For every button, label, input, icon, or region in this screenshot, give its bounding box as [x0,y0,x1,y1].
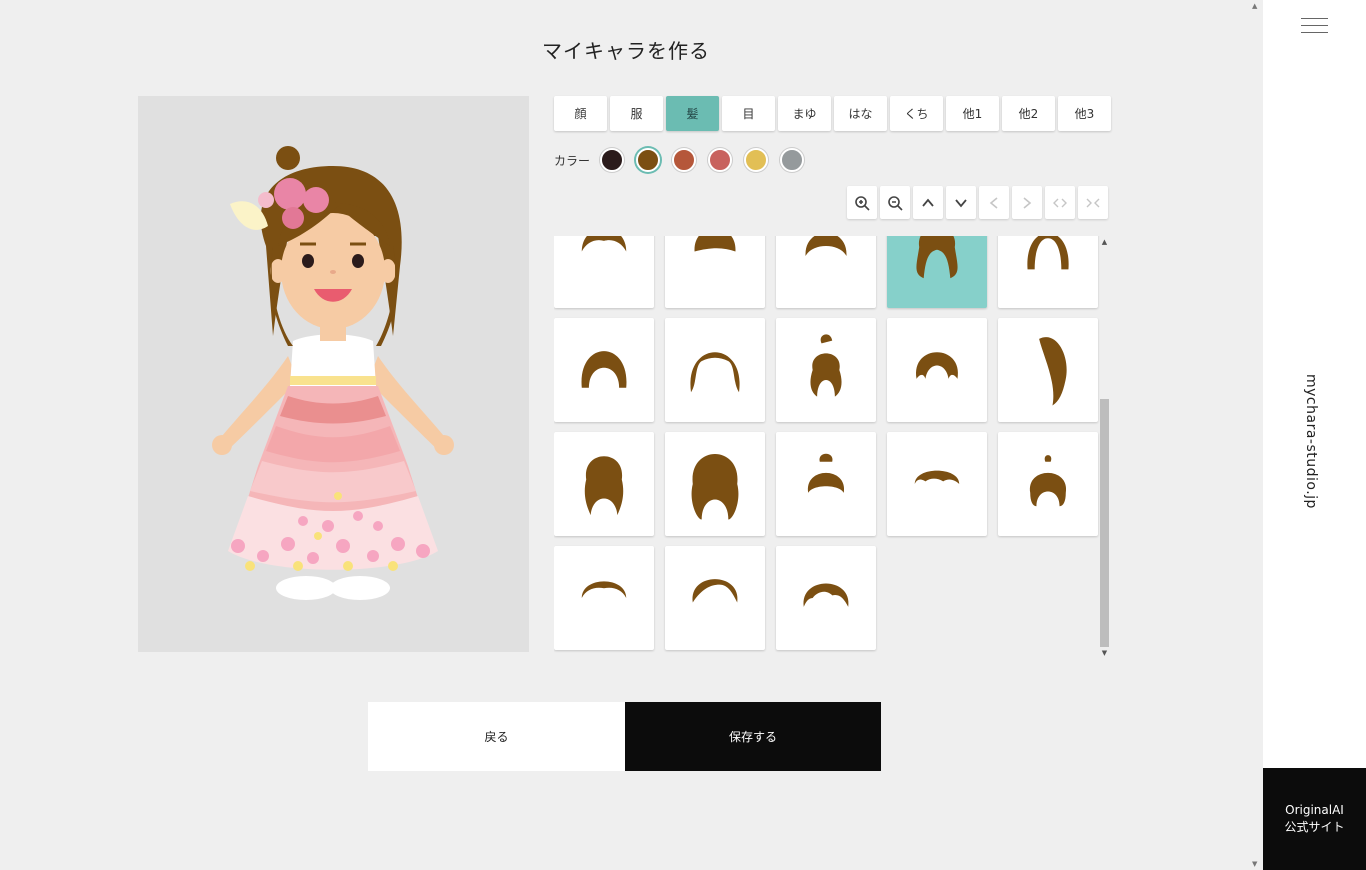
hairstyle-1-preview [581,236,627,252]
color-label: カラー [554,153,591,168]
zoom-in-icon [855,195,870,211]
scroll-down-arrow[interactable]: ▼ [1100,649,1109,658]
character-illustration [212,146,454,600]
tab-eyebrows[interactable]: まゆ [778,96,831,131]
tab-other2[interactable]: 他2 [1002,96,1055,131]
hairstyle-option-17[interactable] [665,546,765,650]
color-swatch-2[interactable] [636,148,661,172]
hairstyle-option-9[interactable] [887,318,987,422]
tab-face[interactable]: 顔 [554,96,607,131]
narrow-button[interactable] [1078,186,1108,219]
part-tabs: 顔 服 髪 目 まゆ はな くち 他1 他2 他3 [554,96,1111,131]
tab-clothes[interactable]: 服 [610,96,663,131]
hairstyle-option-2[interactable] [665,236,765,308]
hairstyle-2-preview [694,236,736,252]
hairstyle-8-preview [810,334,842,397]
scrollbar-thumb[interactable] [1100,399,1109,647]
color-picker: カラー [554,148,816,172]
hairstyle-11-preview [584,456,624,516]
right-sidebar: mychara-studio.jp OriginalAI 公式サイト [1263,0,1366,870]
color-swatch-4[interactable] [708,148,733,172]
hairstyle-14-preview [914,470,960,484]
save-button[interactable]: 保存する [625,702,881,771]
hairstyle-option-15[interactable] [998,432,1098,536]
color-swatch-3[interactable] [672,148,697,172]
hairstyle-12-preview [691,454,739,520]
tab-other3[interactable]: 他3 [1058,96,1111,131]
hairstyle-18-preview [803,583,849,607]
hairstyle-option-3[interactable] [776,236,876,308]
chevron-up-icon [922,198,934,207]
hairstyle-option-11[interactable] [554,432,654,536]
site-name: mychara-studio.jp [1303,374,1319,509]
hairstyle-option-4[interactable] [887,236,987,308]
hairstyle-10-preview [1039,337,1067,406]
color-swatch-6[interactable] [780,148,805,172]
page-scroll-down-arrow[interactable]: ▼ [1252,860,1257,868]
tab-hair[interactable]: 髪 [666,96,719,131]
hairstyle-3-preview [805,236,847,256]
hairstyle-option-10[interactable] [998,318,1098,422]
hairstyle-option-1[interactable] [554,236,654,308]
color-swatch-1[interactable] [600,148,625,172]
official-line2: 公式サイト [1284,820,1345,834]
official-line1: OriginalAI [1285,803,1344,817]
page-scroll-up-arrow[interactable]: ▲ [1252,2,1257,10]
hairstyle-option-5[interactable] [998,236,1098,308]
position-controls [847,186,1108,219]
zoom-in-button[interactable] [847,186,877,219]
hairstyle-option-8[interactable] [776,318,876,422]
hairstyle-option-14[interactable] [887,432,987,536]
hairstyle-option-16[interactable] [554,546,654,650]
official-site-button[interactable]: OriginalAI 公式サイト [1263,768,1366,870]
hamburger-menu-icon[interactable] [1301,16,1328,34]
tab-mouth[interactable]: くち [890,96,943,131]
back-button[interactable]: 戻る [368,702,625,771]
tab-other1[interactable]: 他1 [946,96,999,131]
move-left-button[interactable] [979,186,1009,219]
hairstyle-16-preview [581,581,627,598]
page-scrollbar[interactable]: ▲ ▼ [1251,0,1261,870]
chevron-right-icon [1023,196,1032,209]
chevron-left-icon [989,196,998,209]
hairstyle-4-preview [916,236,958,279]
hairstyle-option-6[interactable] [554,318,654,422]
hairstyle-9-preview [916,352,958,379]
hairstyle-option-18[interactable] [776,546,876,650]
character-preview [138,96,529,652]
hairstyle-option-13[interactable] [776,432,876,536]
hairstyle-7-preview [690,352,740,393]
hairstyle-list [554,236,1112,658]
chevron-down-icon [955,198,967,207]
zoom-out-icon [888,195,903,211]
tab-nose[interactable]: はな [834,96,887,131]
hairstyle-5-preview [1027,236,1069,270]
expand-horizontal-icon [1053,198,1067,207]
move-right-button[interactable] [1012,186,1042,219]
hairstyle-6-preview [581,351,627,388]
move-down-button[interactable] [946,186,976,219]
color-swatch-5[interactable] [744,148,769,172]
scroll-up-arrow[interactable]: ▲ [1100,238,1109,247]
hairstyle-17-preview [692,579,738,603]
hairstyle-scrollbar[interactable]: ▲ ▼ [1099,236,1110,658]
tab-eyes[interactable]: 目 [722,96,775,131]
shrink-horizontal-icon [1086,198,1100,207]
zoom-out-button[interactable] [880,186,910,219]
hairstyle-13-preview [807,453,845,493]
widen-button[interactable] [1045,186,1075,219]
move-up-button[interactable] [913,186,943,219]
hairstyle-15-preview [1029,455,1067,507]
page-title: マイキャラを作る [542,39,710,63]
hairstyle-option-12[interactable] [665,432,765,536]
hairstyle-option-7[interactable] [665,318,765,422]
